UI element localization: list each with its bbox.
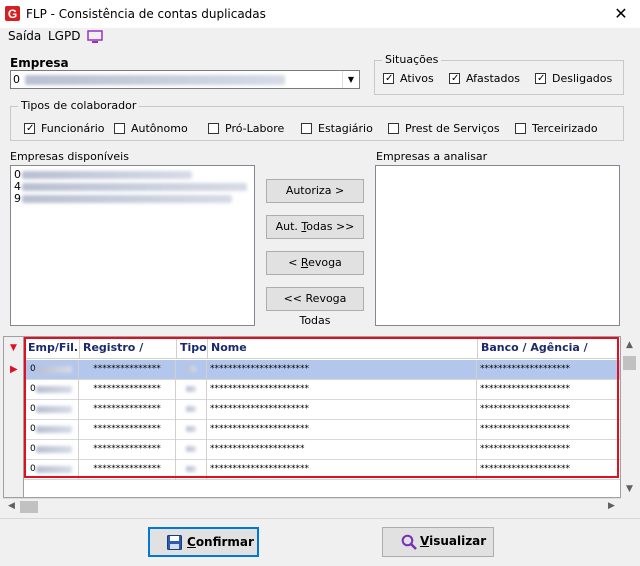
checkbox-terceirizado[interactable] (515, 123, 526, 134)
app-logo-icon: G (5, 6, 20, 21)
checkmark-icon: ✓ (385, 73, 394, 84)
label-estagiario: Estagiário (318, 122, 373, 135)
title-bar: G FLP - Consistência de contas duplicada… (0, 0, 640, 28)
empresas-analisar-list[interactable] (375, 165, 620, 326)
checkbox-autonomo[interactable] (114, 123, 125, 134)
revoga-todas-button[interactable]: << Revoga Todas (266, 287, 364, 327)
analisar-label: Empresas a analisar (376, 150, 488, 163)
label-afastados: Afastados (466, 72, 520, 85)
label-autonomo: Autônomo (131, 122, 188, 135)
disponiveis-label: Empresas disponíveis (10, 150, 129, 163)
save-icon (167, 535, 182, 550)
autoriza-todas-button[interactable]: Aut. Todas >> (266, 215, 364, 239)
checkmark-icon: ✓ (26, 123, 35, 134)
svg-text:G: G (8, 7, 17, 21)
checkmark-icon: ✓ (451, 73, 460, 84)
label-prest-servicos: Prest de Serviços (405, 122, 500, 135)
row-indicator-column (4, 337, 24, 497)
revoga-button[interactable]: < Revoga (266, 251, 364, 275)
label-ativos: Ativos (400, 72, 434, 85)
label-pro-labore: Pró-Labore (225, 122, 285, 135)
footer-divider (0, 518, 640, 519)
menu-bar: Saída LGPD (0, 28, 640, 48)
window-title: FLP - Consistência de contas duplicadas (26, 7, 266, 21)
checkbox-afastados[interactable]: ✓ (449, 73, 460, 84)
chevron-down-icon[interactable]: ▼ (342, 71, 359, 88)
checkbox-prest-servicos[interactable] (388, 123, 399, 134)
horizontal-scrollbar[interactable]: ◀ ▶ (3, 498, 621, 515)
empresa-redacted-name (25, 75, 285, 85)
highlight-outline (24, 337, 619, 478)
menu-item-saida[interactable]: Saída (8, 29, 41, 43)
scroll-thumb[interactable] (20, 501, 38, 513)
scroll-down-icon[interactable]: ▼ (621, 484, 638, 494)
vertical-scrollbar[interactable]: ▲ ▼ (621, 336, 638, 498)
visualizar-button[interactable]: Visualizar (382, 527, 494, 557)
empresa-label: Empresa (10, 56, 69, 70)
visualizar-label: Visualizar (420, 534, 487, 548)
checkbox-pro-labore[interactable] (208, 123, 219, 134)
confirmar-button[interactable]: Confirmar (148, 527, 259, 557)
label-funcionario: Funcionário (41, 122, 105, 135)
magnifier-icon (401, 534, 417, 550)
scroll-thumb[interactable] (623, 356, 636, 370)
situacoes-legend: Situações (382, 53, 442, 66)
empresas-disponiveis-list[interactable]: 0 4 9 (10, 165, 255, 326)
autoriza-button[interactable]: Autoriza > (266, 179, 364, 203)
scroll-left-icon[interactable]: ◀ (3, 501, 20, 511)
empresa-selected-value: 0 (13, 73, 20, 86)
checkbox-funcionario[interactable]: ✓ (24, 123, 35, 134)
redacted-text (22, 183, 247, 191)
checkbox-desligados[interactable]: ✓ (535, 73, 546, 84)
menu-item-lgpd[interactable]: LGPD (48, 29, 80, 43)
monitor-icon[interactable] (87, 30, 103, 44)
confirmar-label: Confirmar (187, 535, 254, 549)
checkbox-ativos[interactable]: ✓ (383, 73, 394, 84)
scroll-right-icon[interactable]: ▶ (603, 501, 620, 511)
scroll-up-icon[interactable]: ▲ (621, 340, 638, 350)
redacted-text (22, 171, 192, 179)
sort-indicator-icon[interactable]: ▼ (4, 337, 24, 359)
checkmark-icon: ✓ (537, 73, 546, 84)
redacted-text (22, 195, 232, 203)
current-row-arrow-icon: ▶ (10, 364, 18, 375)
close-icon[interactable]: ✕ (602, 0, 640, 28)
label-desligados: Desligados (552, 72, 613, 85)
label-terceirizado: Terceirizado (532, 122, 598, 135)
tipos-legend: Tipos de colaborador (18, 99, 140, 112)
empresa-combo[interactable]: 0 ▼ (10, 70, 360, 89)
checkbox-estagiario[interactable] (301, 123, 312, 134)
list-item[interactable]: 9 (14, 192, 21, 205)
